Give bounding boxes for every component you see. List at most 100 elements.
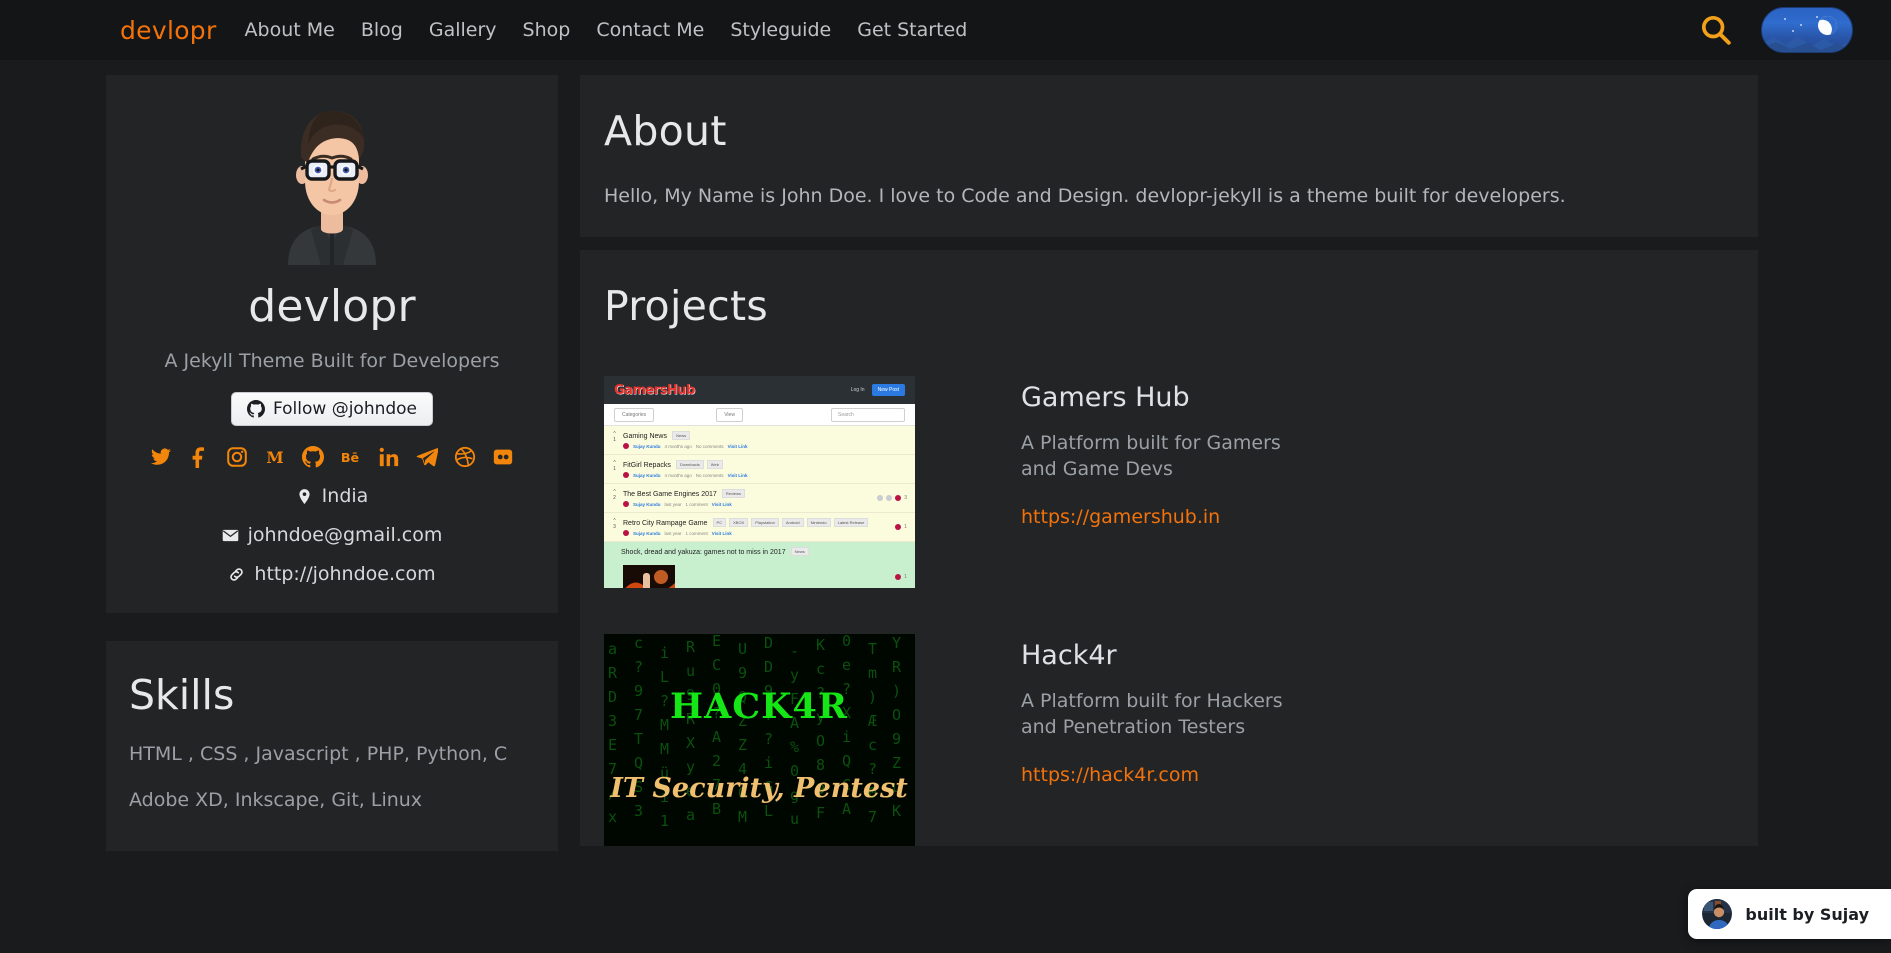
nav-link-get-started[interactable]: Get Started [857,19,967,41]
gh-post-title: The Best Game Engines 2017 [623,491,717,498]
behance-icon[interactable]: Bē [340,446,362,468]
svg-text:D: D [764,634,773,652]
skills-title: Skills [129,671,558,719]
gh-post-row[interactable]: ^3 Retro City Rampage Game PC XBOX Plays… [604,513,915,542]
about-text: Hello, My Name is John Doe. I love to Co… [604,185,1758,207]
gh-post-row[interactable]: ^2 The Best Game Engines 2017 Reviews Su… [604,484,915,513]
svg-text:Q: Q [842,752,851,770]
svg-text:Q: Q [634,754,643,772]
twitter-icon[interactable] [150,446,172,468]
location-pin-icon [296,488,313,505]
telegram-icon[interactable] [416,446,438,468]
gh-post-time: 4 months ago [665,473,692,478]
svg-text:T: T [634,730,643,748]
svg-text:c: c [816,660,825,678]
linkedin-icon[interactable] [378,446,400,468]
brand-logo[interactable]: devlopr [120,16,217,45]
gh-post-link[interactable]: Visit Link [712,531,732,536]
svg-text:3: 3 [634,802,643,820]
github-icon [247,400,265,418]
gh-post-comment-count: 1 [895,524,907,530]
svg-text:?: ? [634,658,643,676]
avatar [1702,899,1732,929]
svg-text:): ) [892,682,901,700]
svg-text:e: e [842,656,851,674]
gh-post-author: Sujay Kundu [633,502,661,507]
gh-post-meta: Sujay Kundu 4 months ago No comments Vis… [623,443,748,449]
gh-categories-select[interactable]: Categories [614,408,654,422]
gh-post-row[interactable]: ^1 FitGirl Repacks Downloads Web Sujay K… [604,455,915,484]
svg-text:Æ: Æ [868,712,877,730]
svg-text:D: D [764,658,773,676]
built-by-badge[interactable]: built by Sujay [1688,889,1891,939]
gh-post-row[interactable]: Shock, dread and yakuza: games not to mi… [604,542,915,588]
svg-text:K: K [816,636,825,654]
svg-text:E: E [608,736,617,754]
svg-text:O: O [892,706,901,724]
matrix-code-background: aRD3E7/x c?97TQS3 iL?MMüi1 Ru9RXyea EC0?… [604,634,915,846]
gh-post-link[interactable]: Visit Link [728,444,748,449]
gh-post-title: Shock, dread and yakuza: games not to mi… [621,549,786,556]
svg-text:y: y [790,666,799,684]
nav-link-contact-me[interactable]: Contact Me [596,19,704,41]
nav-link-gallery[interactable]: Gallery [429,19,497,41]
follow-button[interactable]: Follow @johndoe [231,392,433,426]
nav-link-styleguide[interactable]: Styleguide [730,19,831,41]
project-thumbnail-hack4r[interactable]: aRD3E7/x c?97TQS3 iL?MMüi1 Ru9RXyea EC0?… [604,634,915,846]
gh-post-meta: Sujay Kundu last year 1 comment Visit Li… [623,501,745,507]
profile-card: devlopr A Jekyll Theme Built for Develop… [106,75,558,613]
svg-text:F: F [816,804,825,822]
gh-post-comments: No comments [696,473,724,478]
svg-text:C: C [712,656,721,674]
gh-login-label[interactable]: Log In [851,387,865,393]
svg-text:9: 9 [892,730,901,748]
facebook-icon[interactable] [188,446,210,468]
svg-text:R: R [686,638,696,656]
dribbble-icon[interactable] [454,446,476,468]
navbar-actions [1699,7,1853,53]
instagram-icon[interactable] [226,446,248,468]
github-icon[interactable] [302,446,324,468]
svg-text:Bē: Bē [341,450,359,465]
flickr-icon[interactable] [492,446,514,468]
svg-text:R: R [608,664,618,682]
nav-link-about-me[interactable]: About Me [245,19,335,41]
gh-post-row[interactable]: ^1 Gaming News News Sujay Kundu 4 months… [604,426,915,455]
left-column: devlopr A Jekyll Theme Built for Develop… [0,75,545,851]
nav-link-blog[interactable]: Blog [361,19,403,41]
nav-link-shop[interactable]: Shop [523,19,571,41]
gh-post-meta: Sujay Kundu 4 months ago No comments Vis… [623,472,748,478]
medium-icon[interactable]: M [264,446,286,468]
project-thumbnail-gamers-hub[interactable]: GamersHub Log In New Post Categories Vie… [604,376,915,588]
search-icon[interactable] [1699,13,1733,47]
svg-text:a: a [608,640,617,658]
svg-text:?: ? [764,730,773,748]
svg-text:R: R [892,658,902,676]
dark-mode-toggle[interactable] [1761,7,1853,53]
svg-text:Z: Z [892,754,901,772]
gh-post-link[interactable]: Visit Link [728,473,748,478]
gh-post-rank: ^1 [611,431,618,449]
about-card: About Hello, My Name is John Doe. I love… [580,75,1758,237]
gh-post-tags: News [791,547,809,556]
skills-card: Skills HTML , CSS , Javascript , PHP, Py… [106,641,558,851]
gh-author-avatar [623,443,629,449]
gh-post-link[interactable]: Visit Link [712,502,732,507]
skills-row-languages: HTML , CSS , Javascript , PHP, Python, C [129,743,558,765]
gh-post-rank: ^1 [611,460,618,478]
project-info: Gamers Hub A Platform built for Gamers a… [915,376,1291,528]
gh-view-select[interactable]: View [716,408,743,422]
project-link[interactable]: https://hack4r.com [1021,764,1199,786]
contact-email[interactable]: johndoe@gmail.com [106,524,558,546]
gh-post-rank: ^2 [611,489,618,507]
gh-search-input[interactable]: Search [831,408,905,422]
contact-website[interactable]: http://johndoe.com [106,563,558,585]
gh-filter-bar: Categories View Search [604,404,915,426]
gh-new-post-button[interactable]: New Post [872,384,905,396]
avatar-illustration [257,97,407,265]
project-link[interactable]: https://gamershub.in [1021,506,1220,528]
built-by-label: built by Sujay [1745,905,1869,924]
project-description: A Platform built for Hackers and Penetra… [1021,689,1291,740]
gh-author-avatar [623,530,629,536]
svg-text:Z: Z [738,736,747,754]
